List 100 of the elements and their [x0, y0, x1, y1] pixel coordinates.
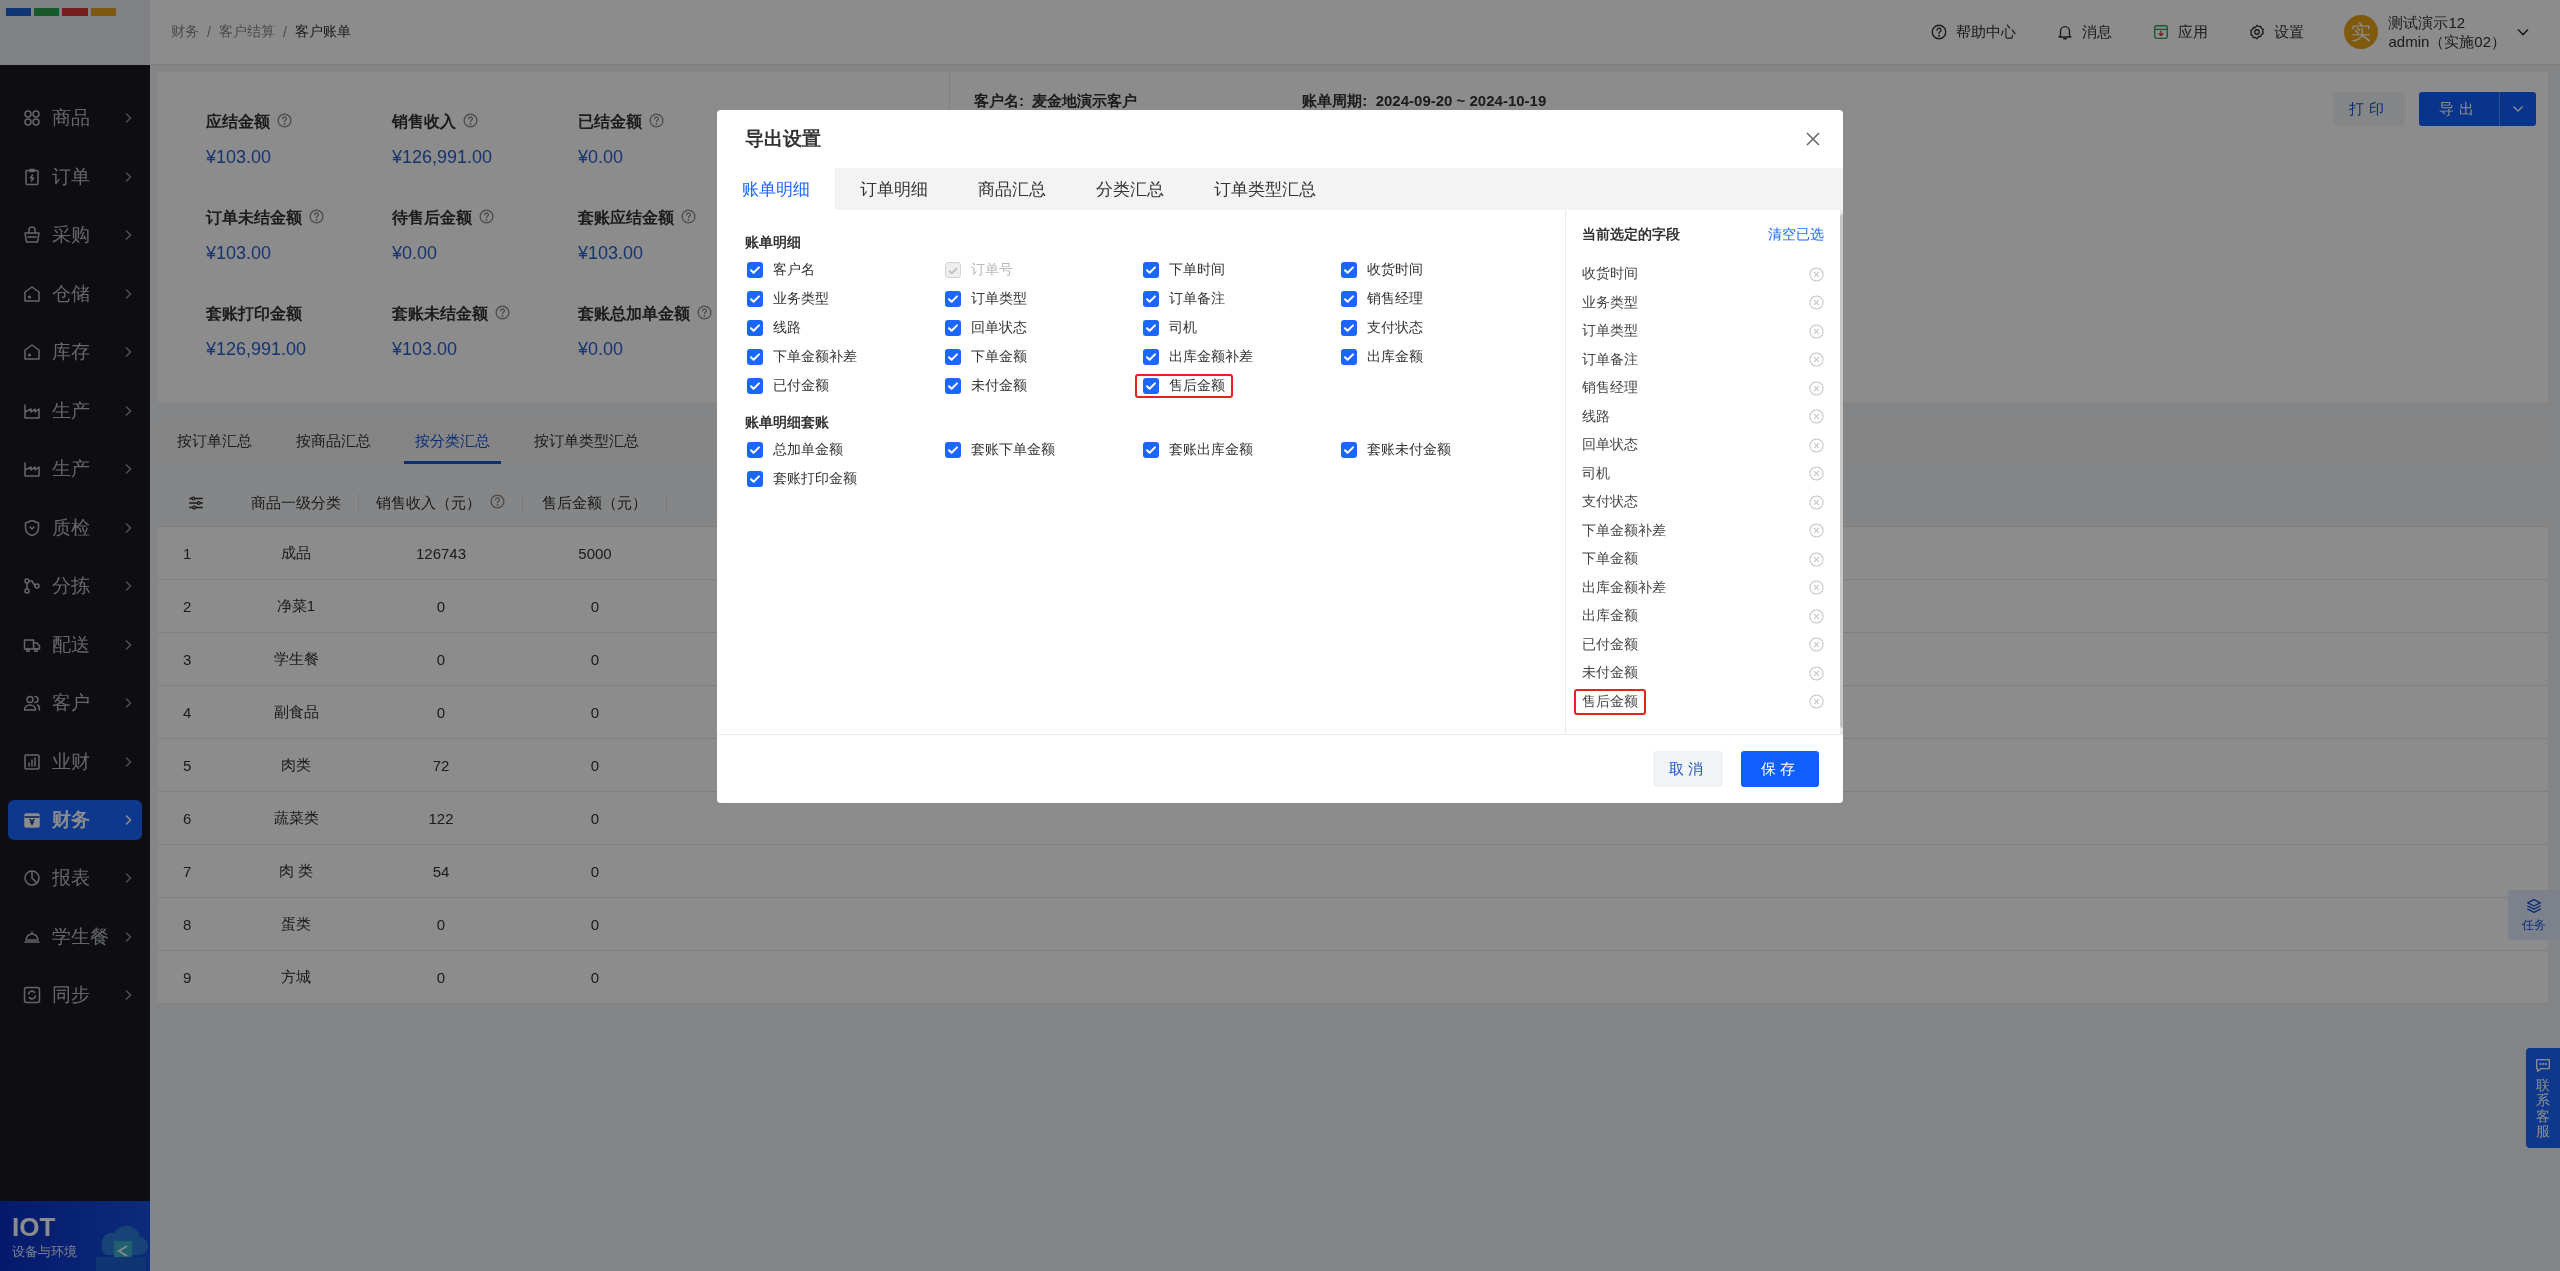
breadcrumb-item[interactable]: 客户结算: [218, 23, 275, 41]
checkbox[interactable]: [1143, 378, 1159, 394]
layers-icon: [2525, 896, 2543, 915]
selected-field: 回单状态: [1574, 432, 1646, 459]
checkbox[interactable]: [747, 262, 763, 278]
sidebar-item[interactable]: 分拣: [8, 557, 142, 616]
header-link[interactable]: 应用: [2152, 22, 2209, 42]
selected-field: 订单类型: [1574, 318, 1646, 345]
checkbox[interactable]: [1341, 349, 1357, 365]
sidebar-item[interactable]: 订单: [8, 147, 142, 206]
export-button[interactable]: 导出: [2419, 92, 2500, 126]
checkbox[interactable]: [747, 471, 763, 487]
iot-banner[interactable]: IOT 设备与环境: [0, 1201, 150, 1271]
clear-selection-link[interactable]: 清空已选: [1768, 226, 1824, 244]
dialog-tab[interactable]: 账单明细: [717, 168, 835, 210]
checkbox-label: 下单时间: [1169, 261, 1225, 279]
dialog-tab[interactable]: 商品汇总: [953, 168, 1071, 210]
checkbox[interactable]: [945, 349, 961, 365]
selected-field: 下单金额: [1574, 546, 1646, 573]
chevron-right-icon: [124, 638, 132, 651]
summary-tab[interactable]: 按订单汇总: [166, 422, 263, 464]
table-cell-text: 126743: [414, 544, 468, 562]
chevron-right-icon: [124, 814, 132, 826]
selected-field: 线路: [1574, 403, 1618, 430]
checkbox[interactable]: [1143, 291, 1159, 307]
panel-title: 当前选定的字段: [1582, 226, 1680, 244]
breadcrumb-item[interactable]: 财务: [171, 23, 199, 41]
sidebar-item[interactable]: 学生餐: [8, 907, 142, 966]
table-cell-text: 0: [589, 862, 601, 880]
sidebar-item[interactable]: 配送: [8, 615, 142, 674]
checkbox[interactable]: [945, 442, 961, 458]
sidebar-item[interactable]: 同步: [8, 966, 142, 1025]
contact-service-button[interactable]: 联系客服: [2526, 1048, 2560, 1148]
selected-field: 收货时间: [1574, 261, 1646, 288]
header-link[interactable]: 设置: [2248, 22, 2305, 42]
row-number: 9: [182, 968, 193, 986]
checkbox[interactable]: [945, 378, 961, 394]
selected-field: 已付金额: [1574, 631, 1646, 658]
breadcrumb-item: 客户账单: [294, 23, 351, 41]
checkbox[interactable]: [747, 378, 763, 394]
chevron-down-icon[interactable]: [2516, 27, 2530, 37]
table-cell-text: 学生餐: [272, 649, 320, 669]
chevron-right-icon: [124, 697, 132, 710]
export-split-button[interactable]: 导出: [2419, 92, 2536, 126]
users-icon: [22, 693, 42, 714]
stat-value: ¥126,991.00: [206, 339, 307, 360]
checkbox[interactable]: [1143, 349, 1159, 365]
sidebar-item[interactable]: 财务: [8, 800, 142, 840]
sidebar-item[interactable]: 仓储: [8, 264, 142, 323]
checkbox[interactable]: [1143, 320, 1159, 336]
print-button[interactable]: 打印: [2333, 92, 2405, 126]
checkbox[interactable]: [747, 442, 763, 458]
chevron-right-icon: [124, 287, 132, 300]
checkbox-label: 套账未付金额: [1367, 441, 1451, 459]
checkbox[interactable]: [945, 320, 961, 336]
checkbox[interactable]: [1341, 320, 1357, 336]
checkbox[interactable]: [747, 320, 763, 336]
sidebar-item[interactable]: 商品: [8, 89, 142, 148]
summary-tab[interactable]: 按商品汇总: [285, 422, 382, 464]
stat-value: ¥103.00: [206, 147, 272, 168]
help-icon: [308, 208, 325, 225]
checkbox-label: 已付金额: [773, 377, 829, 395]
help-icon: [462, 112, 479, 129]
section-title: 账单明细套账: [745, 414, 830, 432]
checkbox[interactable]: [1143, 262, 1159, 278]
checkbox[interactable]: [1341, 291, 1357, 307]
checkbox[interactable]: [1341, 442, 1357, 458]
checkbox[interactable]: [747, 349, 763, 365]
summary-tab[interactable]: 按订单类型汇总: [523, 422, 650, 464]
dialog-tab[interactable]: 订单类型汇总: [1189, 168, 1341, 210]
user-avatar[interactable]: 实: [2344, 15, 2379, 49]
sidebar-item[interactable]: 业财: [8, 732, 142, 791]
header-link[interactable]: 帮助中心: [1930, 22, 2017, 42]
checkbox[interactable]: [747, 291, 763, 307]
table-cell-text: 72: [431, 756, 451, 774]
save-button[interactable]: 保存: [1741, 751, 1819, 787]
cancel-button[interactable]: 取消: [1653, 751, 1723, 787]
stat-value: ¥103.00: [392, 339, 458, 360]
sidebar-item[interactable]: 库存: [8, 323, 142, 382]
sidebar-item[interactable]: 客户: [8, 674, 142, 733]
checkbox[interactable]: [1341, 262, 1357, 278]
close-icon[interactable]: [1805, 131, 1821, 147]
checkbox[interactable]: [945, 291, 961, 307]
header-link[interactable]: 消息: [2056, 22, 2113, 42]
sidebar-item[interactable]: 生产: [8, 440, 142, 499]
table-cell-text: 净菜1: [275, 596, 317, 616]
stat-label: 订单未结金额: [206, 208, 302, 228]
table-cell-text: 0: [435, 968, 447, 986]
dialog-tab[interactable]: 分类汇总: [1071, 168, 1189, 210]
task-button[interactable]: 任务: [2508, 890, 2560, 940]
help-icon: [1930, 23, 1949, 41]
sidebar-item[interactable]: 采购: [8, 206, 142, 265]
sidebar-item[interactable]: 报表: [8, 849, 142, 908]
bar-chart-icon: [22, 751, 42, 772]
checkbox[interactable]: [1143, 442, 1159, 458]
dialog-tab[interactable]: 订单明细: [835, 168, 953, 210]
sidebar-item[interactable]: 质检: [8, 498, 142, 557]
summary-tab[interactable]: 按分类汇总: [404, 422, 501, 464]
help-icon: [478, 208, 495, 225]
sidebar-item[interactable]: 生产: [8, 381, 142, 440]
